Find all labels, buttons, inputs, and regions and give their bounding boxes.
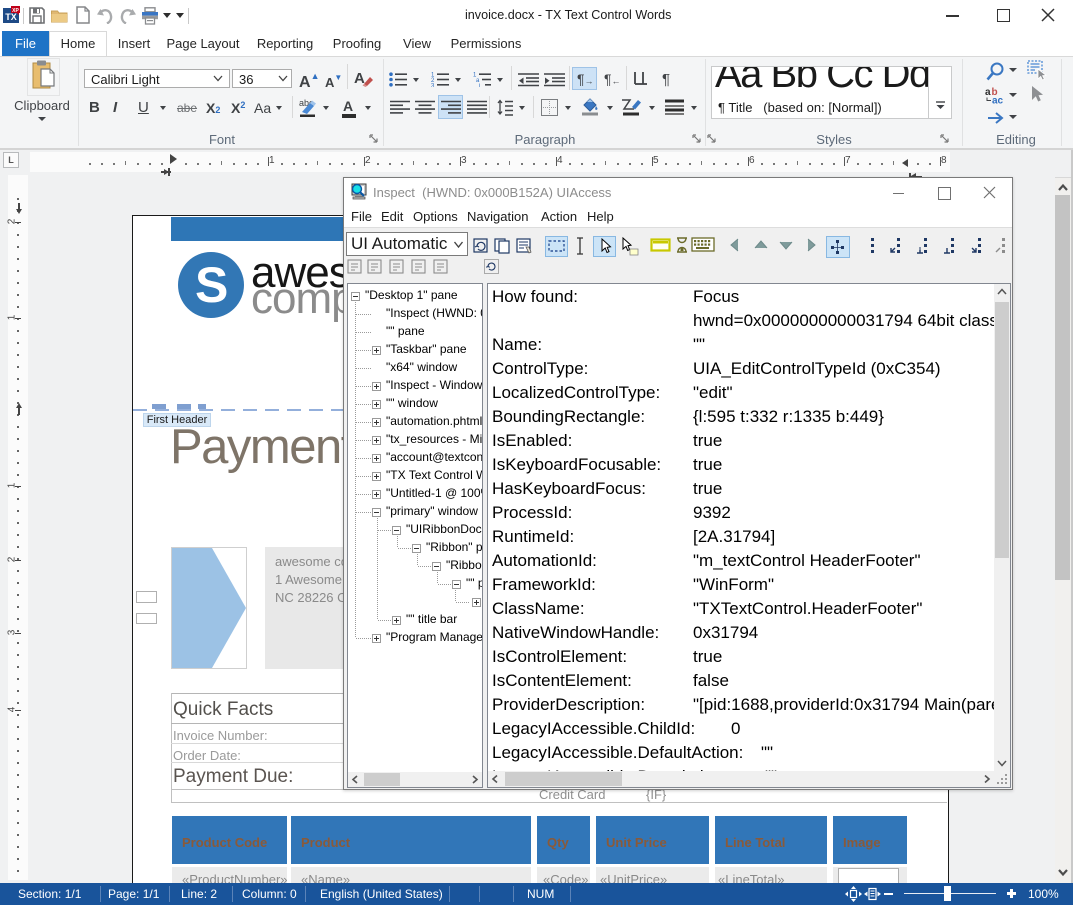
svg-text:a: a: [985, 87, 991, 98]
svg-text:i: i: [479, 84, 480, 88]
svg-text:XP: XP: [12, 8, 19, 14]
svg-text:ac: ac: [992, 96, 1004, 105]
svg-text:3: 3: [431, 84, 435, 88]
